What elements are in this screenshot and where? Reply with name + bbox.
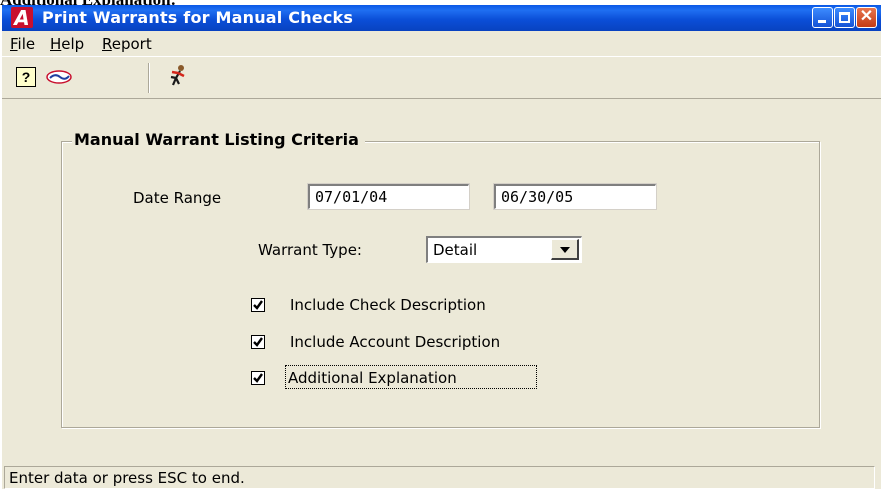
include-account-description-checkbox[interactable] [251, 335, 265, 349]
title-bar[interactable]: A Print Warrants for Manual Checks ✕ [2, 5, 881, 31]
menu-file[interactable]: File [10, 35, 35, 53]
additional-explanation-label[interactable]: Additional Explanation [288, 369, 457, 387]
checkmark-icon [253, 300, 263, 310]
window-title: Print Warrants for Manual Checks [42, 8, 354, 27]
date-from-input[interactable]: 07/01/04 [307, 183, 470, 210]
menu-bar: File Help Report [2, 31, 881, 55]
logo-graphic [46, 70, 72, 84]
include-check-description-checkbox[interactable] [251, 298, 265, 312]
logo-icon[interactable] [46, 70, 72, 84]
checkmark-icon [253, 337, 263, 347]
warrant-type-label: Warrant Type: [258, 241, 362, 259]
toolbar-separator [148, 63, 150, 93]
checkmark-icon [253, 373, 263, 383]
date-range-label: Date Range [133, 189, 222, 207]
date-to-input[interactable]: 06/30/05 [493, 183, 657, 210]
chevron-down-icon [560, 247, 570, 253]
status-text: Enter data or press ESC to end. [9, 469, 245, 487]
menu-report[interactable]: Report [102, 35, 152, 53]
minimize-button[interactable] [812, 7, 833, 28]
additional-explanation-checkbox[interactable] [251, 371, 265, 385]
include-account-description-label[interactable]: Include Account Description [290, 333, 500, 351]
maximize-icon [839, 12, 850, 23]
help-icon[interactable]: ? [16, 67, 36, 87]
include-check-description-label[interactable]: Include Check Description [290, 296, 486, 314]
criteria-group-title: Manual Warrant Listing Criteria [72, 130, 365, 149]
status-bar: Enter data or press ESC to end. [4, 466, 875, 489]
app-icon[interactable]: A [11, 7, 33, 29]
exit-icon[interactable] [164, 64, 190, 88]
maximize-button[interactable] [834, 7, 855, 28]
app-window: A Print Warrants for Manual Checks ✕ Fil… [2, 5, 881, 489]
warrant-type-value: Detail [433, 241, 478, 259]
dropdown-button[interactable] [551, 239, 579, 260]
minimize-icon [818, 20, 826, 23]
running-man-graphic [170, 65, 185, 86]
close-icon: ✕ [859, 8, 874, 25]
warrant-type-select[interactable]: Detail [426, 236, 582, 263]
close-button[interactable]: ✕ [856, 7, 877, 28]
menu-help[interactable]: Help [50, 35, 84, 53]
toolbar: ? [2, 56, 881, 99]
